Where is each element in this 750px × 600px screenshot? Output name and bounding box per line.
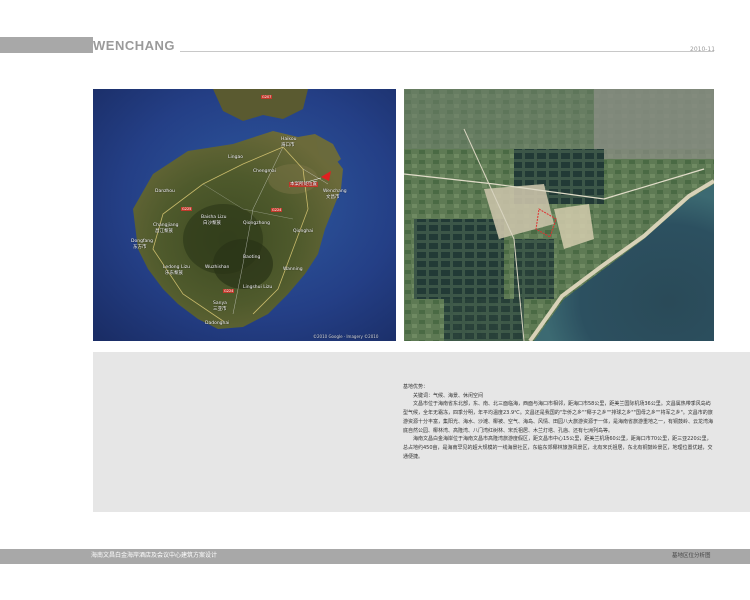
- map-label-qiongzhong: Qiongzhong: [243, 221, 270, 226]
- map-label-haikou: Haikou: [281, 137, 297, 142]
- footer-project-title: 海南文昌白金海岸酒店及会议中心建筑方案设计: [91, 552, 218, 559]
- map-label-baoting: Baoting: [243, 255, 261, 260]
- map-label-qionghai: Qionghai: [293, 229, 314, 234]
- map-label-wanning: Wanning: [283, 267, 303, 272]
- map-label-ledong: Ledong Lizu: [163, 265, 190, 270]
- map-label-danzhou: Danzhou: [155, 189, 175, 194]
- site-aerial-image: [404, 89, 714, 341]
- map-label-baisha: Baisha Lizu: [201, 215, 227, 220]
- map-label-haikou-cn: 海口市: [281, 143, 295, 148]
- hainan-region-map: G207 G225 G224 G224 Haikou 海口市 Lingao Ch…: [93, 89, 396, 341]
- map-label-wuzhishan: Wuzhishan: [205, 265, 230, 270]
- paragraph-city-overview: 文昌市位于海南省东北部，东、南、北三面临海，西面与海口市相邻，距海口市58公里，…: [403, 401, 714, 434]
- map-label-dongfang-cn: 东方市: [133, 245, 147, 250]
- map-label-changjiang: Changjiang: [153, 223, 179, 228]
- map-label-dongfang: Dongfang: [131, 239, 153, 244]
- footer-section-label: 基地区位分析图: [672, 553, 711, 559]
- map-label-ledong-cn: 乐东黎族: [165, 271, 183, 276]
- map-label-wenchang: Wenchang: [323, 189, 347, 194]
- map-label-baisha-cn: 白沙黎族: [203, 221, 221, 226]
- map-label-chengmai: Chengmai: [253, 169, 276, 174]
- advantages-heading: 基地优势：: [403, 384, 429, 390]
- map-label-sanya-cn: 三亚市: [213, 307, 227, 312]
- site-advantages-text: 基地优势： 关键词：气候、海景、休闲空间 文昌市位于海南省东北部，东、南、北三面…: [403, 383, 715, 461]
- keywords-line: 关键词：气候、海景、休闲空间: [413, 392, 484, 399]
- region-map-image: [93, 89, 396, 341]
- map-label-wenchang-cn: 文昌市: [326, 195, 340, 200]
- paragraph-project-location: 海南文昌白金海岸位于海南文昌市高隆湾旅游度假区，距文昌市中心15公里，距美兰机场…: [403, 436, 713, 460]
- site-aerial-map: [404, 89, 714, 341]
- header-divider: [180, 51, 714, 52]
- map-label-changjiang-cn: 昌江黎族: [155, 229, 173, 234]
- page-date: 2010-11: [690, 46, 716, 53]
- map-label-sanya: Sanya: [213, 301, 227, 306]
- map-label-lingshui: Lingshui Lizu: [243, 285, 273, 290]
- page-title: WENCHANG: [93, 38, 175, 53]
- map-label-dadonghai: Dadonghai: [205, 321, 230, 326]
- project-location-tag: 本案所处位置: [289, 182, 318, 187]
- map-label-lingao: Lingao: [228, 155, 243, 160]
- header-accent-bar: [0, 37, 93, 53]
- map-copyright: ©2010 Google · Imagery ©2010: [313, 334, 379, 339]
